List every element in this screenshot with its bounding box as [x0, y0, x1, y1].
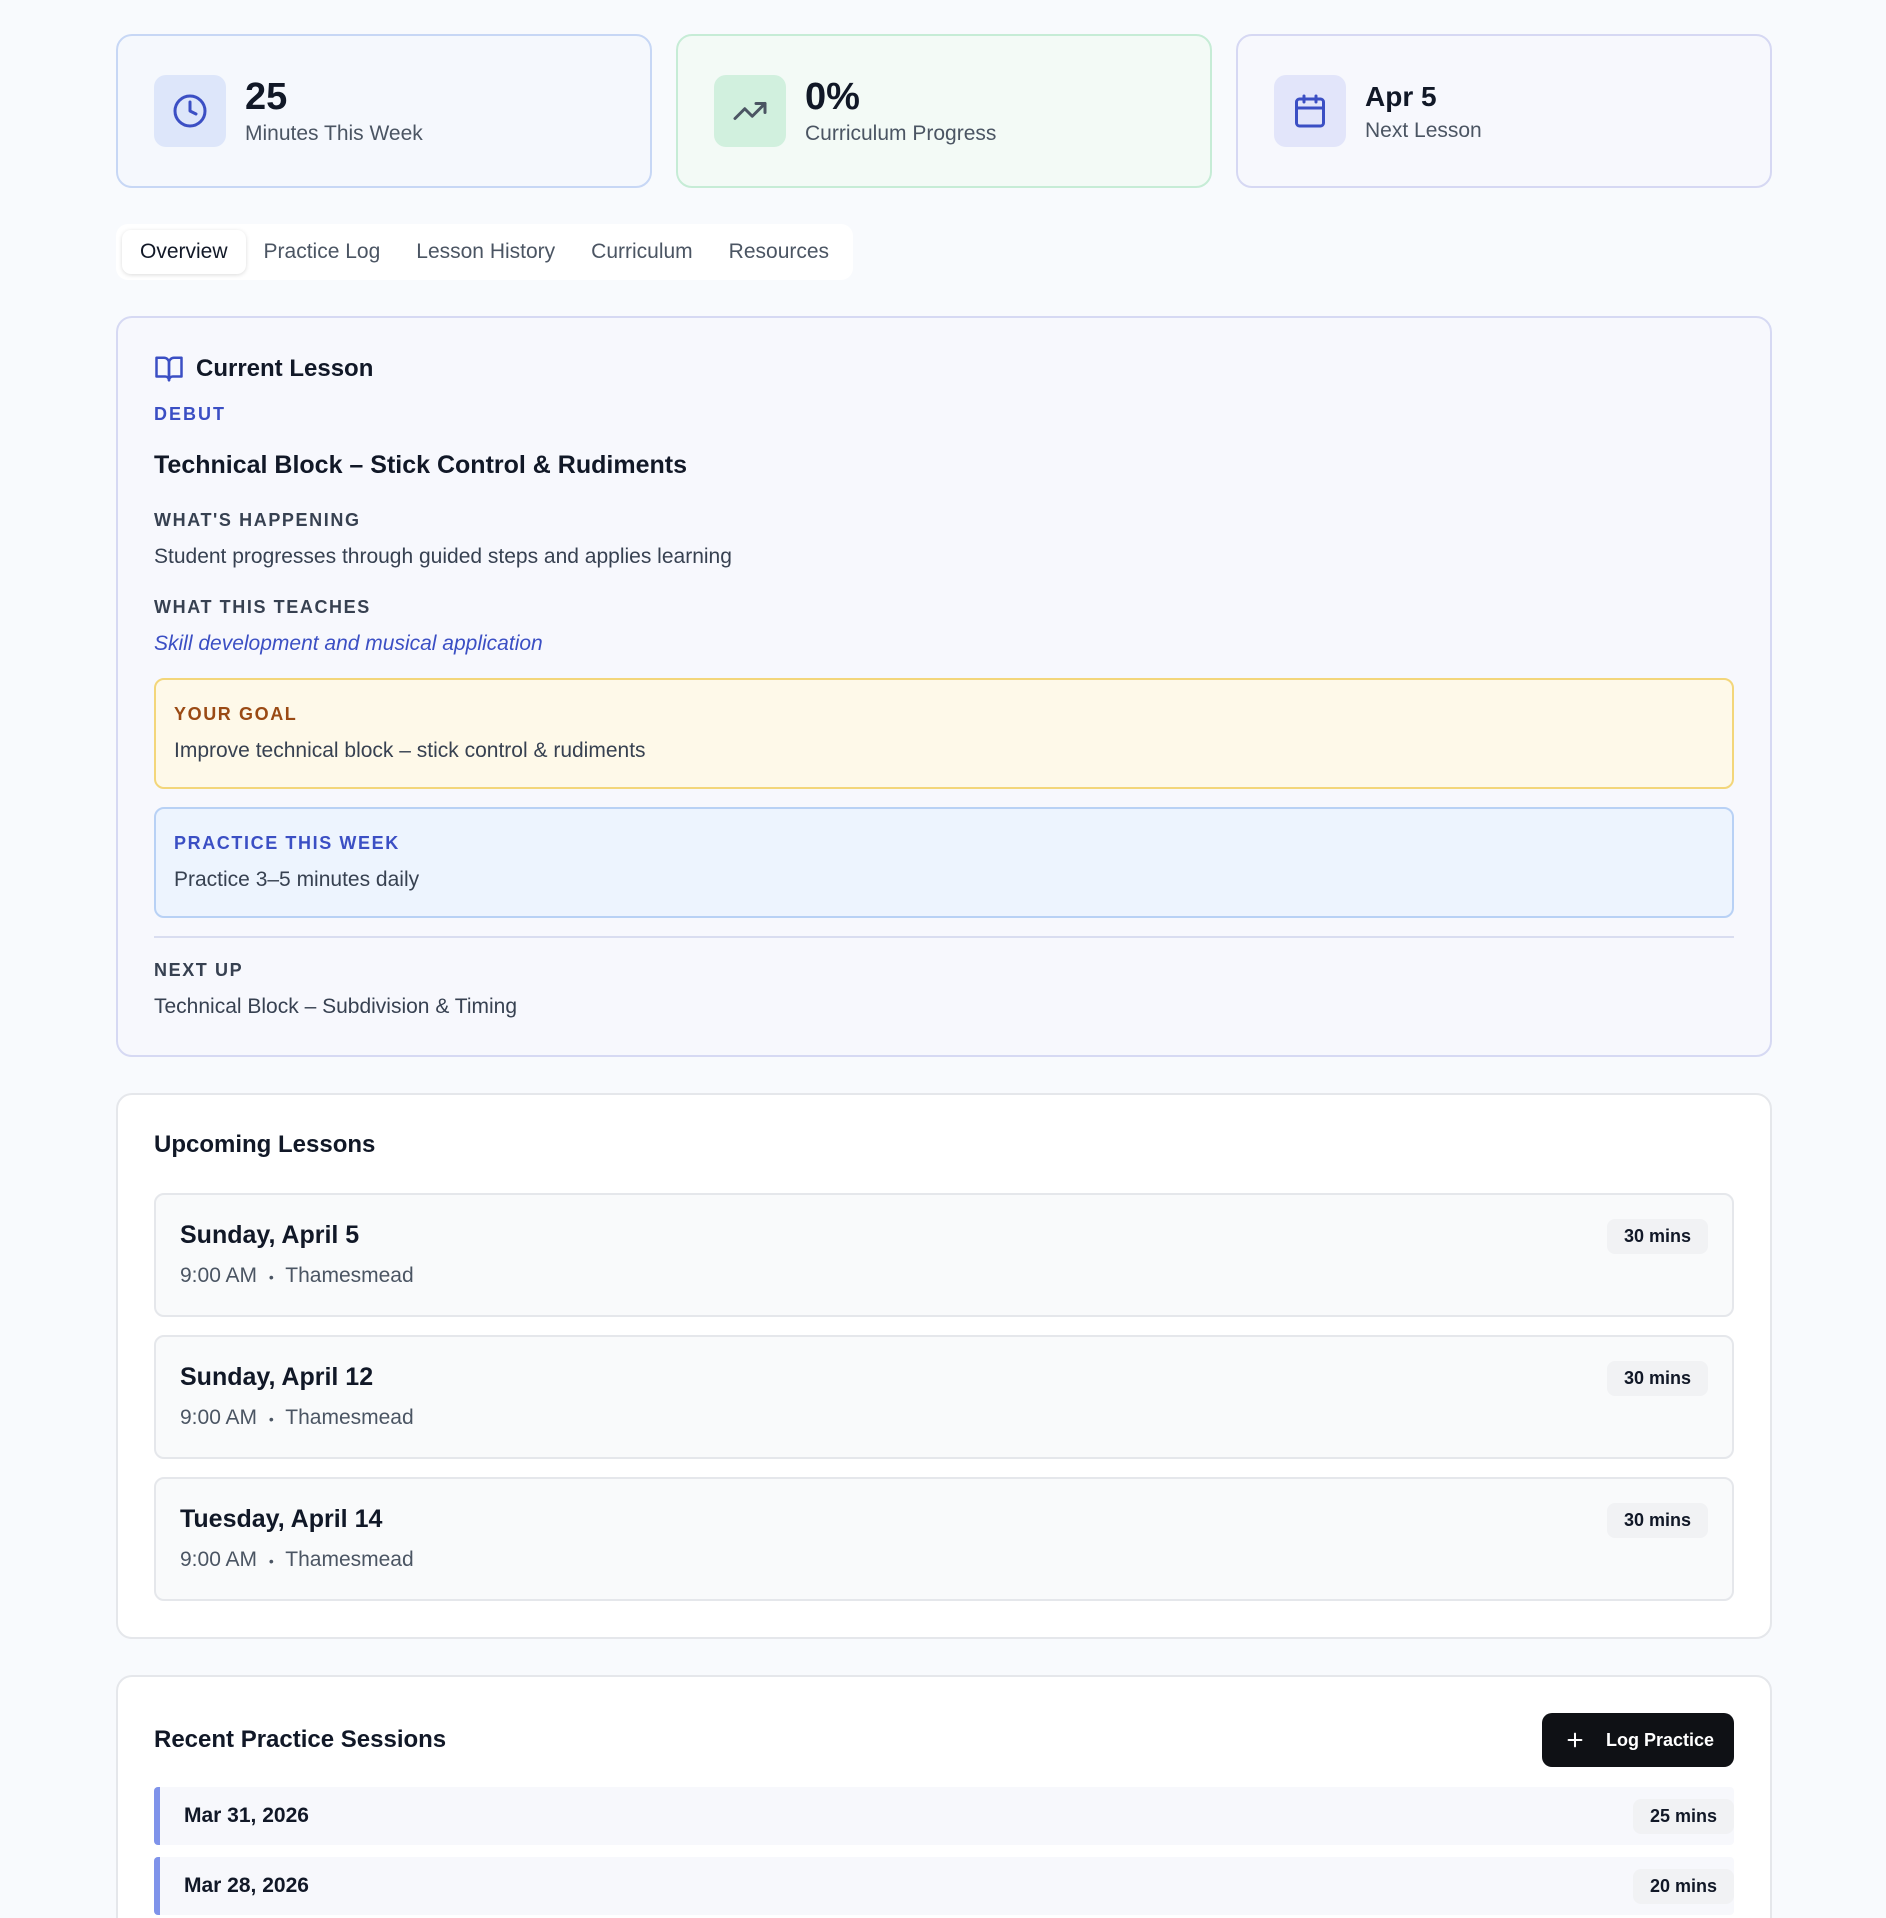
lesson-location: Thamesmead [285, 1406, 414, 1429]
next-up-text: Technical Block – Subdivision & Timing [154, 995, 518, 1018]
duration-badge: 30 mins [1606, 1503, 1708, 1538]
lesson-date: Sunday, April 12 [180, 1363, 374, 1391]
duration-badge: 30 mins [1606, 1361, 1708, 1396]
goal-label: YOUR GOAL [174, 704, 298, 724]
stat-next-lesson: Apr 5 Next Lesson [1236, 34, 1772, 188]
lesson-date: Sunday, April 5 [180, 1221, 360, 1249]
tab-bar: Overview Practice Log Lesson History Cur… [116, 224, 854, 280]
meta-separator: • [268, 1269, 274, 1285]
stat-value: Apr 5 [1365, 81, 1437, 112]
log-practice-button[interactable]: Log Practice [1541, 1713, 1734, 1767]
lesson-time: 9:00 AM [180, 1406, 258, 1429]
upcoming-lessons-card: Upcoming Lessons Sunday, April 5 9:00 AM… [116, 1093, 1772, 1639]
duration-badge: 20 mins [1632, 1868, 1734, 1904]
upcoming-lessons-heading: Upcoming Lessons [154, 1131, 376, 1158]
stats-row: 25 Minutes This Week 0% Curriculum Progr… [116, 34, 1772, 188]
lesson-meta: 9:00 AM • Thamesmead [180, 1406, 1708, 1430]
lesson-title: Technical Block – Stick Control & Rudime… [154, 451, 687, 479]
recent-practice-heading: Recent Practice Sessions [154, 1726, 447, 1753]
what-this-teaches-label: WHAT THIS TEACHES [154, 597, 371, 617]
recent-practice-header: Recent Practice Sessions Log Practice [154, 1713, 1734, 1767]
lesson-location: Thamesmead [285, 1548, 414, 1571]
practice-box: PRACTICE THIS WEEK Practice 3–5 minutes … [154, 807, 1734, 918]
lesson-location: Thamesmead [285, 1264, 414, 1287]
plus-icon [1567, 1732, 1583, 1748]
stat-minutes: 25 Minutes This Week [116, 34, 652, 188]
divider [154, 936, 1734, 938]
current-lesson-card: Current Lesson DEBUT Technical Block – S… [116, 316, 1772, 1057]
dashboard: 25 Minutes This Week 0% Curriculum Progr… [116, 34, 1772, 1918]
next-up-label: NEXT UP [154, 960, 244, 980]
lesson-meta: 9:00 AM • Thamesmead [180, 1264, 1708, 1288]
lesson-meta: 9:00 AM • Thamesmead [180, 1548, 1708, 1572]
goal-text: Improve technical block – stick control … [174, 739, 646, 762]
recent-practice-card: Recent Practice Sessions Log Practice Ma… [116, 1675, 1772, 1918]
meta-separator: • [268, 1411, 274, 1427]
stat-label: Curriculum Progress [805, 122, 997, 145]
whats-happening-label: WHAT'S HAPPENING [154, 510, 361, 530]
book-open-icon [155, 356, 183, 382]
meta-separator: • [268, 1553, 274, 1569]
lesson-item[interactable]: Tuesday, April 14 9:00 AM • Thamesmead 3… [154, 1477, 1734, 1601]
tab-resources[interactable]: Resources [711, 230, 847, 274]
whats-happening-text: Student progresses through guided steps … [154, 545, 732, 568]
current-lesson-heading: Current Lesson [154, 354, 1734, 384]
session-item[interactable]: Mar 28, 2026 20 mins [154, 1857, 1734, 1915]
session-item[interactable]: Mar 31, 2026 25 mins [154, 1787, 1734, 1845]
log-practice-label: Log Practice [1605, 1729, 1714, 1750]
clock-icon [154, 75, 226, 147]
what-this-teaches-text: Skill development and musical applicatio… [154, 632, 543, 655]
practice-label: PRACTICE THIS WEEK [174, 833, 400, 853]
lesson-level: DEBUT [154, 404, 226, 424]
session-date: Mar 28, 2026 [184, 1874, 309, 1897]
tab-lesson-history[interactable]: Lesson History [398, 230, 573, 274]
lesson-time: 9:00 AM [180, 1264, 258, 1287]
lesson-item[interactable]: Sunday, April 5 9:00 AM • Thamesmead 30 … [154, 1193, 1734, 1317]
tab-overview[interactable]: Overview [122, 230, 246, 274]
lesson-time: 9:00 AM [180, 1548, 258, 1571]
stat-label: Minutes This Week [245, 122, 423, 145]
practice-text: Practice 3–5 minutes daily [174, 868, 420, 891]
trending-up-icon [714, 75, 786, 147]
lesson-date: Tuesday, April 14 [180, 1505, 383, 1533]
session-date: Mar 31, 2026 [184, 1804, 309, 1827]
calendar-icon [1274, 75, 1346, 147]
card-title-text: Current Lesson [196, 355, 374, 382]
duration-badge: 30 mins [1606, 1219, 1708, 1254]
tab-curriculum[interactable]: Curriculum [573, 230, 711, 274]
stat-value: 0% [805, 76, 860, 118]
stat-label: Next Lesson [1365, 119, 1482, 142]
lesson-item[interactable]: Sunday, April 12 9:00 AM • Thamesmead 30… [154, 1335, 1734, 1459]
duration-badge: 25 mins [1632, 1798, 1734, 1834]
stat-value: 25 [245, 76, 288, 118]
goal-box: YOUR GOAL Improve technical block – stic… [154, 678, 1734, 789]
stat-progress: 0% Curriculum Progress [676, 34, 1212, 188]
tab-practice-log[interactable]: Practice Log [246, 230, 399, 274]
